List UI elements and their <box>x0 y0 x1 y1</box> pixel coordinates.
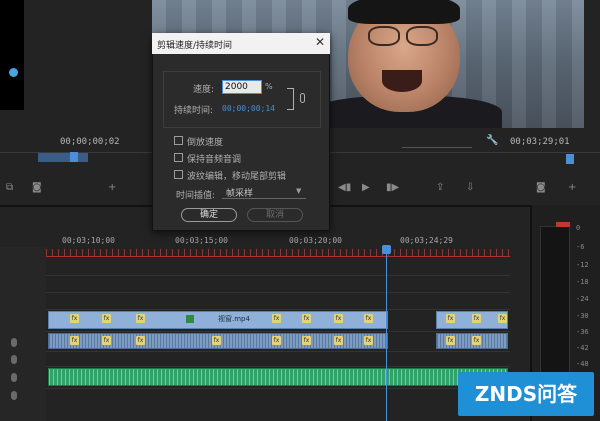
fx-badge[interactable]: fx <box>472 336 481 345</box>
source-playhead[interactable] <box>70 152 78 162</box>
chain-link-icon[interactable] <box>300 93 305 103</box>
znds-watermark-logo: ZNDS问答 <box>458 372 594 416</box>
time-ruler[interactable] <box>46 249 510 257</box>
reverse-speed-checkbox[interactable] <box>174 136 183 145</box>
db-label: -24 <box>576 295 589 303</box>
track-divider <box>46 366 510 367</box>
time-interpolation-select[interactable]: 帧采样 <box>222 186 306 199</box>
track-divider <box>46 292 510 293</box>
maintain-audio-pitch-checkbox[interactable] <box>174 153 183 162</box>
fx-badge[interactable]: fx <box>334 314 343 323</box>
time-interpolation-label: 时间插值: <box>176 191 216 201</box>
maintain-audio-pitch-label: 保持音频音调 <box>187 155 242 165</box>
camera-icon[interactable]: ◙ <box>32 182 42 193</box>
export-frame-icon[interactable]: ◙ <box>536 182 546 193</box>
audio-meter-peak <box>556 222 570 227</box>
source-timecode[interactable]: 00;00;00;02 <box>60 137 120 147</box>
video-person-hair <box>348 0 460 24</box>
fx-badge[interactable]: fx <box>136 336 145 345</box>
fx-badge[interactable]: fx <box>136 314 145 323</box>
track-divider <box>46 331 510 332</box>
ok-button[interactable]: 确定 <box>181 208 237 222</box>
wrench-icon[interactable]: 🔧 <box>486 135 498 146</box>
timeline-playhead[interactable] <box>382 245 391 254</box>
source-marker-dot[interactable] <box>9 68 18 77</box>
fx-badge[interactable]: fx <box>446 314 455 323</box>
fx-badge[interactable]: fx <box>272 336 281 345</box>
fx-badge[interactable]: fx <box>364 336 373 345</box>
fx-badge[interactable]: fx <box>302 314 311 323</box>
fx-badge[interactable]: fx <box>334 336 343 345</box>
microphone-icon[interactable] <box>11 355 17 364</box>
ruler-label: 00;03;24;29 <box>400 236 453 245</box>
video-glasses-left <box>368 26 400 46</box>
track-divider <box>46 388 510 389</box>
lift-icon[interactable]: ⇪ <box>436 182 444 193</box>
ruler-label: 00;03;20;00 <box>289 236 342 245</box>
audio-meter-bar <box>540 226 570 396</box>
program-timecode[interactable]: 00;03;29;01 <box>510 137 570 147</box>
source-add-button-icon[interactable]: + <box>108 182 116 193</box>
fx-badge[interactable]: fx <box>364 314 373 323</box>
fx-badge[interactable]: fx <box>498 314 507 323</box>
speed-unit: % <box>265 82 273 91</box>
program-playhead[interactable] <box>566 154 574 164</box>
program-mini-ruler[interactable] <box>330 152 600 164</box>
ripple-edit-label: 波纹编辑，移动尾部剪辑 <box>187 172 287 182</box>
fx-badge[interactable]: fx <box>446 336 455 345</box>
fx-badge[interactable]: fx <box>212 336 221 345</box>
video-person-mouth <box>382 70 422 92</box>
source-in-out-range[interactable] <box>38 153 88 162</box>
duration-label: 持续时间: <box>174 106 214 116</box>
clip-name: 视窗.mp4 <box>218 315 250 323</box>
db-label: -12 <box>576 261 589 269</box>
duration-value[interactable]: 00;00;00;14 <box>222 104 275 113</box>
step-back-icon[interactable]: ◀▮ <box>338 182 351 193</box>
fx-badge[interactable]: fx <box>70 336 79 345</box>
play-icon[interactable]: ▶ <box>362 182 370 193</box>
track-headers <box>0 247 46 421</box>
fx-badge[interactable]: fx <box>272 314 281 323</box>
program-fit-select[interactable] <box>402 137 472 148</box>
track-divider <box>46 309 510 310</box>
dialog-title: 剪辑速度/持续时间 <box>157 41 233 51</box>
ruler-label: 00;03;15;00 <box>175 236 228 245</box>
program-add-button-icon[interactable]: + <box>568 182 576 193</box>
timeline-playhead-line[interactable] <box>386 249 387 421</box>
link-bracket <box>287 88 294 110</box>
microphone-icon[interactable] <box>11 391 17 400</box>
cancel-button[interactable]: 取消 <box>247 208 303 222</box>
db-label: -30 <box>576 312 589 320</box>
fx-badge[interactable]: fx <box>102 314 111 323</box>
db-label: -6 <box>576 243 585 251</box>
step-forward-icon[interactable]: ▮▶ <box>386 182 399 193</box>
speed-label: 速度: <box>193 85 215 95</box>
db-label: -48 <box>576 360 589 368</box>
db-label: 0 <box>576 224 581 232</box>
db-label: -36 <box>576 328 589 336</box>
clip-link-badge <box>186 315 194 323</box>
microphone-icon[interactable] <box>11 373 17 382</box>
fx-badge[interactable]: fx <box>472 314 481 323</box>
ruler-label: 00;03;10;00 <box>62 236 115 245</box>
ripple-edit-checkbox[interactable] <box>174 170 183 179</box>
microphone-icon[interactable] <box>11 338 17 347</box>
close-icon[interactable]: ✕ <box>314 35 326 49</box>
reverse-speed-label: 倒放速度 <box>187 138 224 148</box>
music-audio-clip[interactable] <box>48 368 508 386</box>
extract-icon[interactable]: ⇩ <box>466 182 474 193</box>
source-insert-icon[interactable]: ⧉ <box>6 182 13 193</box>
fx-badge[interactable]: fx <box>70 314 79 323</box>
track-divider <box>46 351 510 352</box>
speed-input[interactable] <box>222 80 262 94</box>
db-label: -42 <box>576 344 589 352</box>
db-label: -18 <box>576 278 589 286</box>
clip-speed-duration-dialog <box>152 33 330 231</box>
video-glasses-right <box>406 26 438 46</box>
fx-badge[interactable]: fx <box>102 336 111 345</box>
track-divider <box>46 275 510 276</box>
source-video-frame <box>0 0 24 110</box>
fx-badge[interactable]: fx <box>302 336 311 345</box>
chevron-down-icon[interactable]: ▼ <box>296 187 301 195</box>
